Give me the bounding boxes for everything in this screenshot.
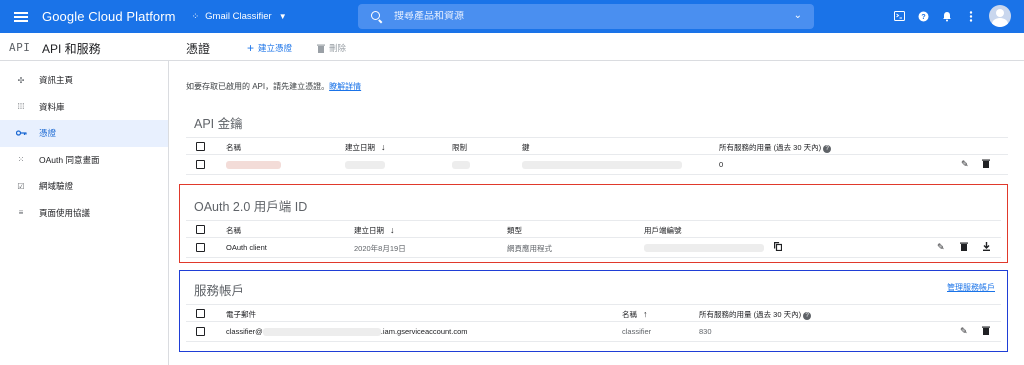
- more-vert-icon[interactable]: [965, 10, 977, 22]
- edit-icon[interactable]: ✎: [937, 242, 945, 253]
- arrow-up-icon: ↑: [643, 309, 648, 319]
- chevron-down-icon: ▼: [278, 12, 287, 21]
- delete-icon[interactable]: [982, 326, 990, 337]
- row-checkbox[interactable]: [196, 160, 205, 169]
- help-icon[interactable]: ?: [803, 312, 812, 320]
- arrow-down-icon: ↓: [381, 142, 386, 152]
- edit-icon[interactable]: ✎: [961, 159, 969, 170]
- help-icon[interactable]: ?: [823, 145, 832, 153]
- select-all-checkbox[interactable]: [196, 142, 205, 151]
- select-all-checkbox[interactable]: [196, 225, 205, 234]
- library-icon: ⁞⁞⁞: [17, 102, 25, 112]
- arrow-down-icon: ↓: [390, 225, 395, 235]
- column-header[interactable]: 鍵: [522, 142, 530, 153]
- top-app-bar: Google Cloud Platform ⁘ Gmail Classifier…: [0, 0, 1024, 33]
- select-all-checkbox[interactable]: [196, 309, 205, 318]
- column-header-usage[interactable]: 所有服務的用量 (過去 30 天內) ?: [719, 142, 832, 153]
- oauth-type: 網頁應用程式: [507, 244, 552, 253]
- delete-icon[interactable]: [960, 242, 968, 253]
- redacted-email-id: [262, 328, 381, 337]
- oauth-title: OAuth 2.0 用戶端 ID: [194, 200, 308, 214]
- service-accounts-title: 服務帳戶: [194, 284, 245, 298]
- column-header-sorted[interactable]: 建立日期 ↓: [354, 225, 395, 236]
- search-icon: [370, 10, 384, 24]
- column-header[interactable]: 名稱: [226, 142, 241, 153]
- project-icon: ⁘: [191, 11, 200, 21]
- plus-icon: +: [247, 41, 255, 55]
- redacted-client-id: [644, 244, 764, 252]
- delete-icon[interactable]: [982, 159, 990, 170]
- sidebar-divider: [168, 61, 169, 365]
- svg-text:?: ?: [921, 14, 925, 21]
- column-header[interactable]: 名稱: [226, 225, 241, 236]
- help-icon[interactable]: ?: [917, 10, 929, 22]
- api-keys-table-header: 名稱 建立日期 ↓ 限制 鍵 所有服務的用量 (過去 30 天內) ?: [186, 137, 1008, 155]
- column-header[interactable]: 類型: [507, 225, 522, 236]
- key-icon: [15, 129, 27, 138]
- redacted-key: [522, 161, 682, 169]
- api-keys-title: API 金鑰: [194, 117, 243, 131]
- table-row: OAuth client 2020年8月19日 網頁應用程式 ✎: [186, 239, 1001, 258]
- dashboard-icon: ✣: [17, 75, 25, 85]
- column-header[interactable]: 電子郵件: [226, 309, 256, 320]
- column-header[interactable]: 用戶端編號: [644, 225, 682, 236]
- oauth-client-name[interactable]: OAuth client: [226, 243, 267, 252]
- search-input[interactable]: [394, 11, 774, 22]
- page-header: API API 和服務 憑證 + 建立憑證 刪除: [0, 33, 1024, 61]
- consent-icon: ⁙: [17, 155, 25, 165]
- redacted-restriction: [452, 161, 470, 169]
- avatar[interactable]: [989, 5, 1011, 27]
- copy-icon[interactable]: [774, 242, 783, 253]
- usage-value: 0: [719, 160, 724, 169]
- sidebar-item-oauth-consent[interactable]: ⁙ OAuth 同意畫面: [0, 147, 168, 174]
- api-logo-icon: API: [9, 41, 31, 54]
- sidebar-item-dashboard[interactable]: ✣ 資訊主頁: [0, 67, 168, 94]
- menu-icon[interactable]: [14, 10, 28, 24]
- cloud-shell-icon[interactable]: [893, 10, 905, 22]
- oauth-created-date: 2020年8月19日: [354, 244, 406, 253]
- sidebar-item-page-usage-agreements[interactable]: ≡ 頁面使用協議: [0, 200, 168, 227]
- redacted-date: [345, 161, 385, 169]
- sidebar-item-credentials[interactable]: 憑證: [0, 120, 168, 147]
- column-header-usage[interactable]: 所有服務的用量 (過去 30 天內) ?: [699, 309, 812, 320]
- service-accounts-table-header: 電子郵件 名稱 ↑ 所有服務的用量 (過去 30 天內) ?: [186, 304, 1001, 322]
- chevron-down-icon[interactable]: ⌄: [794, 10, 802, 21]
- row-checkbox[interactable]: [196, 243, 205, 252]
- redacted-name: [226, 161, 281, 169]
- sidebar-item-domain-verification[interactable]: ☑ 網域驗證: [0, 173, 168, 200]
- service-account-name: classifier: [622, 327, 652, 336]
- row-checkbox[interactable]: [196, 327, 205, 336]
- domain-icon: ☑: [17, 181, 25, 191]
- sidebar: ✣ 資訊主頁 ⁞⁞⁞ 資料庫 憑證 ⁙ OAuth 同意畫面 ☑ 網域驗證 ≡ …: [0, 67, 168, 226]
- column-header-sorted[interactable]: 名稱 ↑: [622, 309, 648, 320]
- sidebar-item-library[interactable]: ⁞⁞⁞ 資料庫: [0, 94, 168, 121]
- trash-icon: [317, 44, 325, 53]
- brand-title[interactable]: Google Cloud Platform: [42, 9, 176, 24]
- table-row: classifier@ .iam.gserviceaccount.com clas…: [186, 323, 1001, 342]
- notifications-icon[interactable]: [941, 10, 953, 22]
- learn-more-link[interactable]: 瞭解詳情: [329, 82, 361, 91]
- project-selector[interactable]: ⁘ Gmail Classifier ▼: [192, 11, 287, 22]
- usage-value: 830: [699, 327, 712, 336]
- manage-service-accounts-link[interactable]: 管理服務帳戶: [947, 282, 995, 293]
- project-name: Gmail Classifier: [205, 11, 272, 22]
- create-credentials-button[interactable]: + 建立憑證: [247, 42, 292, 54]
- download-icon[interactable]: [982, 242, 991, 253]
- section-title: API 和服務: [42, 42, 101, 56]
- oauth-table-header: 名稱 建立日期 ↓ 類型 用戶端編號: [186, 220, 1001, 238]
- table-row: 0 ✎: [186, 156, 1008, 175]
- page-title: 憑證: [186, 42, 211, 56]
- notice-text: 如要存取已啟用的 API，請先建立憑證。瞭解詳情: [186, 82, 362, 91]
- column-header-sorted[interactable]: 建立日期 ↓: [345, 142, 386, 153]
- edit-icon[interactable]: ✎: [960, 326, 968, 337]
- agreement-icon: ≡: [18, 208, 24, 218]
- search-bar[interactable]: ⌄: [358, 4, 814, 29]
- column-header[interactable]: 限制: [452, 142, 467, 153]
- service-account-email[interactable]: classifier@ .iam.gserviceaccount.com: [226, 327, 468, 337]
- delete-button[interactable]: 刪除: [317, 42, 346, 54]
